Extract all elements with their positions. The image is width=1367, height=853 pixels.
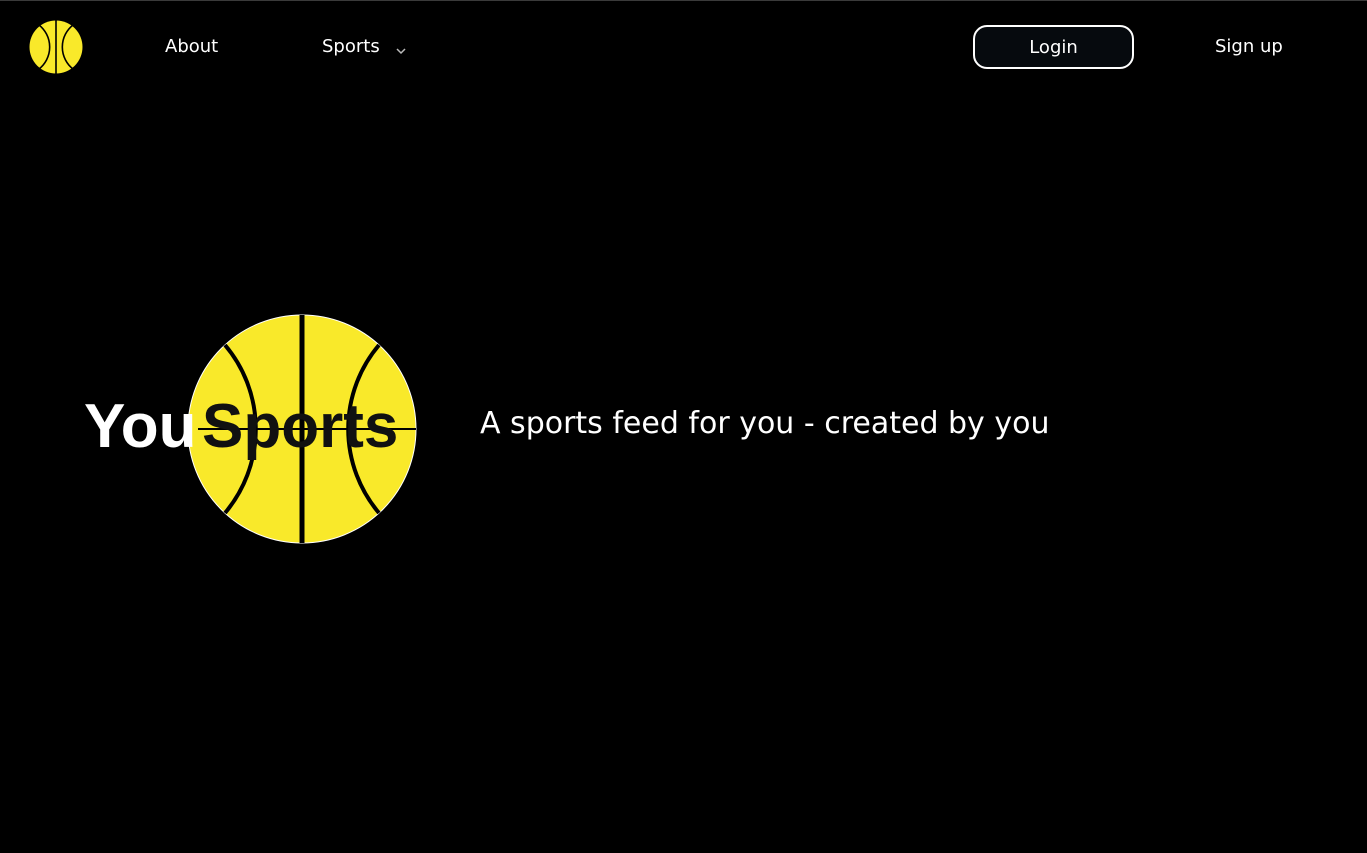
nav-about-label: About <box>165 36 219 57</box>
logo-text-sports: Sports <box>202 392 398 461</box>
signup-link[interactable]: Sign up <box>1215 34 1283 60</box>
home-logo-link[interactable] <box>29 20 83 74</box>
signup-label: Sign up <box>1215 36 1283 57</box>
landing-page: About Sports Login Sign up You Sports A … <box>0 0 1367 853</box>
nav-sports-label: Sports <box>322 36 380 57</box>
nav-sports-dropdown[interactable]: Sports <box>322 34 408 60</box>
nav-about-link[interactable]: About <box>165 34 218 60</box>
chevron-down-icon <box>394 40 408 55</box>
login-button[interactable]: Login <box>973 25 1134 69</box>
hero-tagline: A sports feed for you - created by you <box>480 406 1050 441</box>
logo-text-you: You <box>84 392 197 461</box>
basketball-icon <box>29 20 83 74</box>
yousports-logo: You Sports <box>80 310 425 550</box>
navbar: About Sports Login Sign up <box>0 0 1367 94</box>
